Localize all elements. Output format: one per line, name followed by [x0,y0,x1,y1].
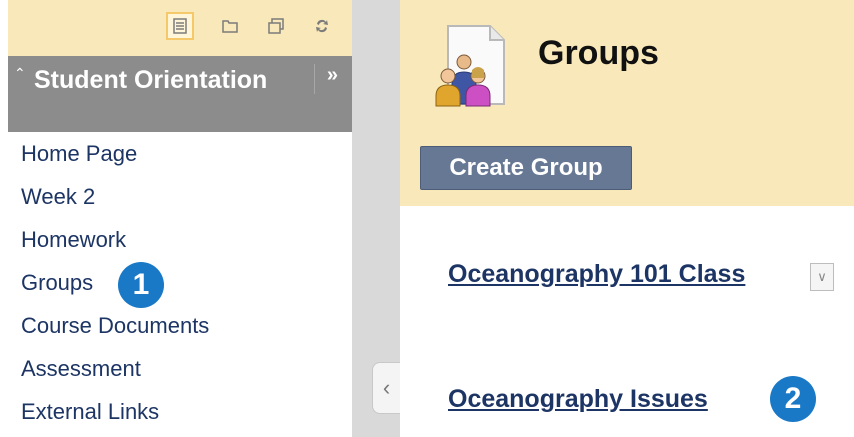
nav-item-label[interactable]: External Links [21,399,159,424]
nav-item-label[interactable]: Groups [21,270,93,295]
nav-item-label[interactable]: Assessment [21,356,141,381]
groups-page-icon [435,25,505,107]
nav-item-external-links[interactable]: External Links [8,390,352,433]
nav-item-groups[interactable]: Groups [8,261,352,304]
nav-item-homework[interactable]: Homework [8,218,352,261]
page-title: Groups [538,34,659,72]
course-nav-list: Home Page Week 2 Homework Groups Course … [8,132,352,433]
callout-badge-2: 2 [770,376,816,422]
chevron-down-icon[interactable]: ∨ [810,263,834,291]
nav-item-week-2[interactable]: Week 2 [8,175,352,218]
nav-item-course-documents[interactable]: Course Documents [8,304,352,347]
expand-menu-icon[interactable]: » [313,64,338,94]
group-link-oceanography-issues[interactable]: Oceanography Issues [448,385,708,414]
create-group-button[interactable]: Create Group [420,146,632,190]
course-title[interactable]: Student Orientation [18,64,314,96]
nav-item-label[interactable]: Course Documents [21,313,209,338]
nav-item-label[interactable]: Week 2 [21,184,95,209]
nav-item-home-page[interactable]: Home Page [8,132,352,175]
content-area: Groups Create Group [400,0,854,437]
window-icon[interactable] [262,12,290,40]
refresh-icon[interactable] [308,12,336,40]
nav-item-label[interactable]: Homework [21,227,126,252]
menu-toolbar [8,0,352,56]
nav-item-label[interactable]: Home Page [21,141,137,166]
nav-item-assessment[interactable]: Assessment [8,347,352,390]
callout-badge-1: 1 [118,262,164,308]
group-link-oceanography-101-class[interactable]: Oceanography 101 Class [448,260,745,289]
course-menu: ⌃ Student Orientation » Home Page Week 2… [8,0,352,437]
folder-view-icon[interactable] [216,12,244,40]
course-menu-header: ⌃ Student Orientation » [8,56,352,132]
collapse-panel-handle[interactable]: ‹ [372,362,400,414]
page-header: Groups Create Group [400,0,854,206]
list-view-icon[interactable] [166,12,194,40]
